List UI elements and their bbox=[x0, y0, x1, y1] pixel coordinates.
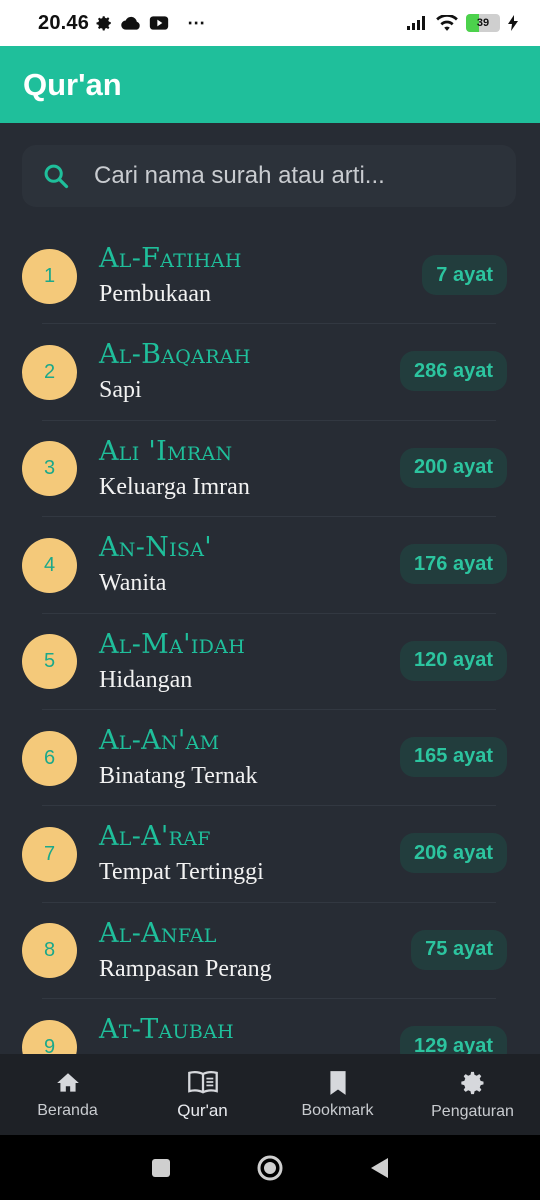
search-box[interactable] bbox=[22, 145, 516, 207]
battery-level: 39 bbox=[476, 17, 490, 29]
youtube-icon bbox=[149, 16, 169, 30]
ayat-count-chip: 200 ayat bbox=[400, 447, 507, 488]
book-icon bbox=[187, 1070, 218, 1094]
nav-label-beranda: Beranda bbox=[37, 1101, 98, 1119]
surah-list-item[interactable]: 9 At-Taubah Pengampunan 129 ayat bbox=[0, 999, 540, 1054]
status-bar: 20.46 ⋯ 39 bbox=[0, 0, 540, 46]
surah-name: An-Nisa' bbox=[99, 532, 212, 564]
surah-list-item[interactable]: 4 An-Nisa' Wanita 176 ayat bbox=[0, 517, 540, 614]
surah-meaning: Hidangan bbox=[99, 666, 193, 693]
surah-name: Al-Baqarah bbox=[99, 339, 251, 371]
surah-number-badge: 4 bbox=[22, 537, 77, 593]
surah-meaning: Binatang Ternak bbox=[99, 762, 258, 789]
surah-text: Al-Anfal Rampasan Perang bbox=[99, 917, 272, 985]
cloud-icon bbox=[121, 16, 140, 30]
status-time: 20.46 bbox=[38, 11, 90, 34]
surah-meaning: Tempat Tertinggi bbox=[99, 859, 264, 886]
more-notifications-icon: ⋯ bbox=[187, 12, 207, 33]
surah-text: Al-Ma'idah Hidangan bbox=[99, 628, 245, 696]
home-icon bbox=[56, 1072, 79, 1092]
surah-list-item[interactable]: 1 Al-Fatihah Pembukaan 7 ayat bbox=[0, 228, 540, 325]
recents-button[interactable] bbox=[150, 1157, 172, 1179]
nav-label-quran: Qur'an bbox=[177, 1100, 228, 1120]
system-navigation-bar bbox=[0, 1135, 540, 1200]
surah-number-badge: 1 bbox=[22, 248, 77, 304]
nav-label-pengaturan: Pengaturan bbox=[431, 1102, 514, 1120]
settings-notification-icon bbox=[96, 16, 111, 31]
surah-meaning: Wanita bbox=[99, 570, 167, 597]
surah-text: Ali 'Imran Keluarga Imran bbox=[99, 435, 250, 503]
ayat-count-chip: 129 ayat bbox=[400, 1026, 507, 1054]
home-button[interactable] bbox=[256, 1154, 284, 1182]
surah-number-badge: 5 bbox=[22, 634, 77, 690]
surah-list-item[interactable]: 7 Al-A'raf Tempat Tertinggi 206 ayat bbox=[0, 806, 540, 904]
surah-text: An-Nisa' Wanita bbox=[99, 531, 212, 599]
nav-item-pengaturan[interactable]: Pengaturan bbox=[405, 1054, 540, 1135]
surah-number-badge: 3 bbox=[22, 441, 77, 497]
surah-meaning: Rampasan Perang bbox=[99, 955, 272, 982]
surah-number-badge: 2 bbox=[22, 345, 77, 401]
surah-name: Al-Fatihah bbox=[99, 243, 242, 274]
surah-text: Al-Baqarah Sapi bbox=[99, 338, 251, 406]
nav-item-beranda[interactable]: Beranda bbox=[0, 1054, 135, 1135]
ayat-count-chip: 75 ayat bbox=[411, 929, 507, 970]
signal-icon bbox=[407, 16, 425, 30]
charging-icon bbox=[508, 15, 518, 31]
surah-list-item[interactable]: 5 Al-Ma'idah Hidangan 120 ayat bbox=[0, 614, 540, 711]
surah-number-badge: 9 bbox=[22, 1019, 77, 1054]
surah-meaning: Keluarga Imran bbox=[99, 473, 250, 500]
surah-list-item[interactable]: 8 Al-Anfal Rampasan Perang 75 ayat bbox=[0, 903, 540, 1000]
ayat-count-chip: 120 ayat bbox=[400, 640, 507, 681]
status-system-icons: 39 bbox=[406, 14, 518, 32]
surah-text: At-Taubah Pengampunan bbox=[99, 1013, 235, 1054]
surah-meaning: Sapi bbox=[99, 377, 142, 404]
ayat-count-chip: 165 ayat bbox=[400, 736, 507, 777]
ayat-count-chip: 176 ayat bbox=[400, 544, 507, 585]
surah-text: Al-An'am Binatang Ternak bbox=[99, 724, 258, 792]
surah-list-item[interactable]: 6 Al-An'am Binatang Ternak 165 ayat bbox=[0, 710, 540, 807]
gear-icon bbox=[460, 1071, 483, 1094]
surah-text: Al-A'raf Tempat Tertinggi bbox=[99, 820, 264, 888]
surah-number-badge: 7 bbox=[22, 827, 77, 883]
page-title: Qur'an bbox=[23, 66, 122, 102]
nav-label-bookmark: Bookmark bbox=[301, 1101, 374, 1119]
ayat-count-chip: 7 ayat bbox=[422, 255, 507, 295]
ayat-count-chip: 286 ayat bbox=[400, 351, 507, 392]
battery-icon: 39 bbox=[466, 14, 500, 32]
wifi-icon bbox=[436, 14, 458, 31]
search-icon bbox=[44, 164, 69, 189]
ayat-count-chip: 206 ayat bbox=[400, 833, 507, 874]
surah-name: At-Taubah bbox=[99, 1014, 235, 1046]
back-button[interactable] bbox=[368, 1156, 390, 1180]
app-bar: Qur'an bbox=[0, 46, 540, 123]
surah-name: Al-An'am bbox=[99, 724, 220, 756]
surah-name: Al-A'raf bbox=[99, 821, 211, 853]
surah-name: Al-Ma'idah bbox=[99, 628, 246, 660]
surah-text: Al-Fatihah Pembukaan bbox=[99, 242, 242, 310]
surah-name: Al-Anfal bbox=[99, 917, 217, 949]
search-input[interactable] bbox=[94, 162, 494, 190]
nav-item-quran[interactable]: Qur'an bbox=[135, 1054, 270, 1135]
surah-list-item[interactable]: 3 Ali 'Imran Keluarga Imran 200 ayat bbox=[0, 421, 540, 518]
surah-meaning: Pembukaan bbox=[99, 281, 211, 307]
bookmark-icon bbox=[329, 1070, 346, 1095]
surah-name: Ali 'Imran bbox=[99, 435, 233, 467]
nav-item-bookmark[interactable]: Bookmark bbox=[270, 1054, 405, 1135]
bottom-navigation: Beranda Qur'an Bookmark Pengaturan bbox=[0, 1054, 540, 1135]
surah-number-badge: 6 bbox=[22, 730, 77, 786]
status-notification-icons: ⋯ bbox=[95, 13, 206, 34]
surah-list-item[interactable]: 2 Al-Baqarah Sapi 286 ayat bbox=[0, 324, 540, 422]
surah-number-badge: 8 bbox=[22, 923, 77, 979]
surah-list[interactable]: 1 Al-Fatihah Pembukaan 7 ayat 2 Al-Baqar… bbox=[0, 228, 540, 1054]
